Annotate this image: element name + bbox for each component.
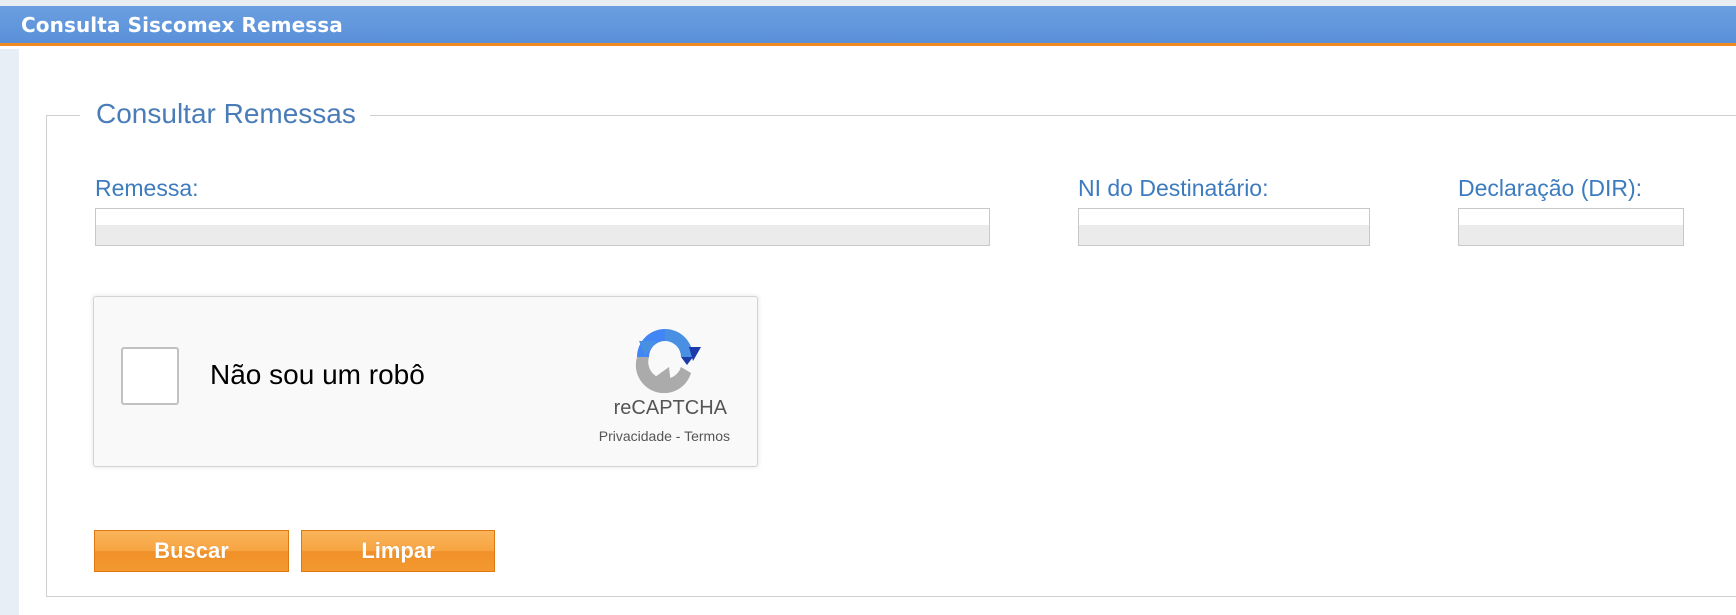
left-sidebar-strip <box>0 49 19 615</box>
remessa-input[interactable] <box>95 208 990 246</box>
recaptcha-links: Privacidade - Termos <box>599 428 730 444</box>
search-button[interactable]: Buscar <box>94 530 289 572</box>
fieldset-legend: Consultar Remessas <box>80 94 370 134</box>
remessa-label: Remessa: <box>95 175 199 201</box>
clear-button[interactable]: Limpar <box>301 530 495 572</box>
recaptcha-logo-icon <box>635 329 701 393</box>
ni-destinatario-input[interactable] <box>1078 208 1370 246</box>
privacy-link[interactable]: Privacidade <box>599 428 672 444</box>
title-bar: Consulta Siscomex Remessa <box>0 6 1736 46</box>
ni-destinatario-label: NI do Destinatário: <box>1078 175 1269 201</box>
recaptcha-widget: Não sou um robô reCAPTCHA Privacidade - … <box>93 296 758 467</box>
declaracao-input[interactable] <box>1458 208 1684 246</box>
recaptcha-brand: reCAPTCHA <box>613 397 727 419</box>
recaptcha-checkbox-label: Não sou um robô <box>210 359 425 390</box>
terms-link[interactable]: Termos <box>684 428 730 444</box>
page-title: Consulta Siscomex Remessa <box>21 13 343 37</box>
declaracao-label: Declaração (DIR): <box>1458 175 1643 201</box>
links-separator: - <box>671 428 685 444</box>
